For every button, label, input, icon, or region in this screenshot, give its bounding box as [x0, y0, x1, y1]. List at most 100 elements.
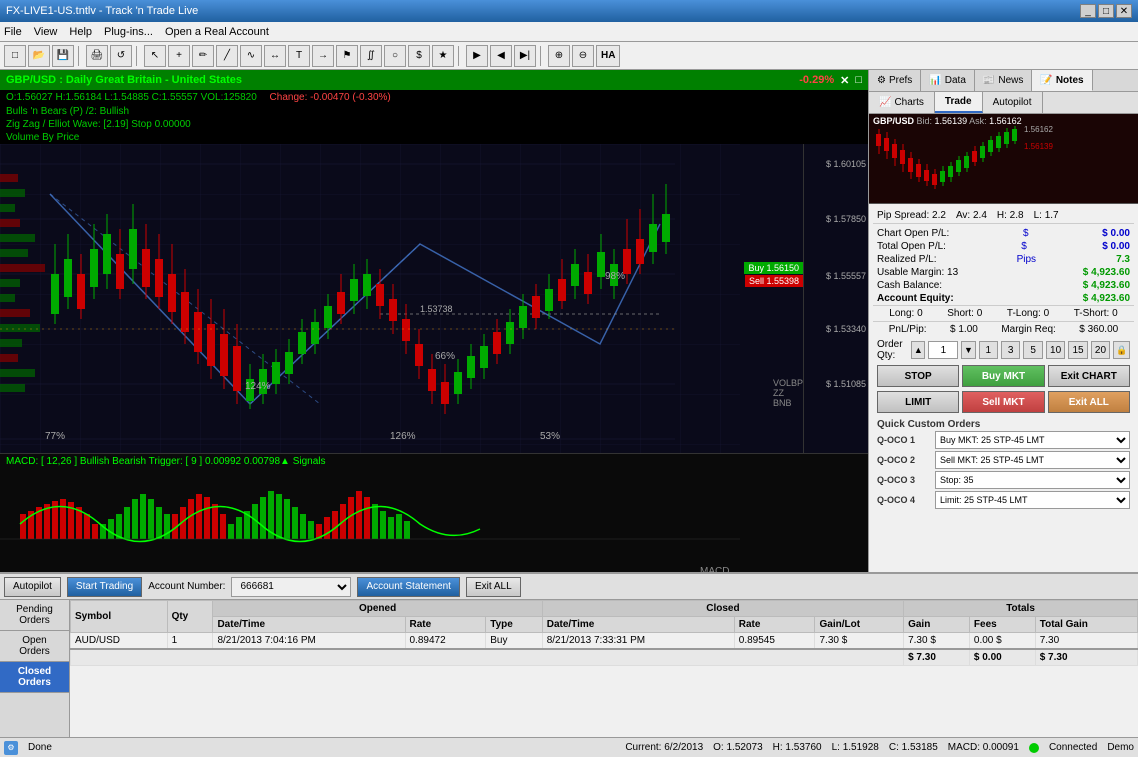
status-high: H: 1.53760 [773, 742, 822, 753]
maximize-button[interactable]: □ [1098, 4, 1114, 18]
closed-orders-tab[interactable]: Closed Orders [0, 662, 69, 693]
subtab-autopilot[interactable]: Autopilot [983, 92, 1043, 113]
qco-1-select[interactable]: Buy MKT: 25 STP-45 LMT [935, 431, 1130, 449]
limit-button[interactable]: LIMIT [877, 391, 959, 413]
menu-view[interactable]: View [34, 26, 58, 38]
new-button[interactable]: □ [4, 45, 26, 67]
start-trading-btn[interactable]: Start Trading [67, 577, 142, 597]
wave-tool[interactable]: ∿ [240, 45, 262, 67]
account-statement-btn[interactable]: Account Statement [357, 577, 460, 597]
price-level-2: $ 1.57850 [826, 214, 866, 224]
status-low: L: 1.51928 [832, 742, 879, 753]
total-open-pl-link[interactable]: $ [1021, 241, 1027, 252]
menu-help[interactable]: Help [69, 26, 92, 38]
tab-data[interactable]: 📊 Data [921, 70, 975, 91]
qty-10-btn[interactable]: 10 [1046, 341, 1065, 359]
fib-tool[interactable]: ∬ [360, 45, 382, 67]
subtab-charts[interactable]: 📈 Charts [869, 92, 935, 113]
row-symbol: AUD/USD [71, 633, 168, 650]
text-tool[interactable]: T [288, 45, 310, 67]
refresh-button[interactable]: ↺ [110, 45, 132, 67]
zoomout-tool[interactable]: ⊖ [572, 45, 594, 67]
orders-sidebar: Pending Orders Open Orders Closed Orders [0, 600, 70, 739]
col-qty: Qty [167, 601, 213, 633]
pending-orders-tab[interactable]: Pending Orders [0, 600, 69, 631]
realized-pl-link[interactable]: Pips [1017, 254, 1036, 265]
chart-open-pl-link[interactable]: $ [1023, 228, 1029, 239]
dollar-tool[interactable]: $ [408, 45, 430, 67]
sub-tabs: 📈 Charts Trade Autopilot [869, 92, 1138, 114]
qty-3-btn[interactable]: 3 [1001, 341, 1020, 359]
tab-prefs[interactable]: ⚙ Prefs [869, 70, 921, 91]
price-level-4: $ 1.53340 [826, 324, 866, 334]
pnl-pip-label: PnL/Pip: [889, 324, 927, 335]
cursor-tool[interactable]: ↖ [144, 45, 166, 67]
circle-tool[interactable]: ○ [384, 45, 406, 67]
stop-button[interactable]: STOP [877, 365, 959, 387]
save-button[interactable]: 💾 [52, 45, 74, 67]
exit-chart-button[interactable]: Exit CHART [1048, 365, 1130, 387]
crosshair-tool[interactable]: + [168, 45, 190, 67]
qco-2-select[interactable]: Sell MKT: 25 STP-45 LMT [935, 451, 1130, 469]
line-tool[interactable]: ╱ [216, 45, 238, 67]
chart-change-value: -0.29% [799, 74, 834, 86]
account-number-select[interactable]: 666681 [231, 577, 351, 597]
qty-down-btn[interactable]: ▼ [961, 341, 975, 359]
row-type: Buy [486, 633, 543, 650]
qco-row-1: Q-OCO 1 Buy MKT: 25 STP-45 LMT [877, 431, 1130, 449]
svg-text:MACD: MACD [700, 566, 729, 572]
row-open-datetime: 8/21/2013 7:04:16 PM [213, 633, 405, 650]
star-tool[interactable]: ★ [432, 45, 454, 67]
chart-close-btn[interactable]: ✕ [840, 74, 849, 87]
sell-mkt-button[interactable]: Sell MKT [962, 391, 1044, 413]
sell-line[interactable]: Sell 1.55398 [745, 275, 803, 287]
back-tool[interactable]: ◀ [490, 45, 512, 67]
exit-all-button[interactable]: Exit ALL [1048, 391, 1130, 413]
pen-tool[interactable]: ✏ [192, 45, 214, 67]
subtab-trade[interactable]: Trade [935, 92, 983, 113]
qty-15-btn[interactable]: 15 [1068, 341, 1087, 359]
qty-1-btn[interactable]: 1 [979, 341, 998, 359]
chart-symbol-timeframe: GBP/USD : Daily Great Britain - United S… [6, 74, 242, 86]
bottom-area: Autopilot Start Trading Account Number: … [0, 572, 1138, 737]
menu-open-account[interactable]: Open a Real Account [165, 26, 269, 38]
flag-tool[interactable]: ⚑ [336, 45, 358, 67]
qco-3-select[interactable]: Stop: 35 [935, 471, 1130, 489]
zoom-tool[interactable]: ⊕ [548, 45, 570, 67]
forward-tool[interactable]: ▶| [514, 45, 536, 67]
buy-mkt-button[interactable]: Buy MKT [962, 365, 1044, 387]
tab-notes[interactable]: 📝 Notes [1032, 70, 1092, 91]
print-button[interactable]: 🖨 [86, 45, 108, 67]
open-button[interactable]: 📂 [28, 45, 50, 67]
macd-header: MACD: [ 12,26 ] Bullish Bearish Trigger:… [0, 454, 868, 469]
exit-all-bottom-btn[interactable]: Exit ALL [466, 577, 521, 597]
ruler-tool[interactable]: ↔ [264, 45, 286, 67]
qty-20-btn[interactable]: 20 [1091, 341, 1110, 359]
col-open-rate: Rate [405, 617, 486, 633]
chart-max-btn[interactable]: □ [855, 74, 862, 86]
col-gain-lot: Gain/Lot [815, 617, 904, 633]
panel-tabs: ⚙ Prefs 📊 Data 📰 News 📝 Notes [869, 70, 1138, 92]
open-orders-tab[interactable]: Open Orders [0, 631, 69, 662]
autopilot-bottom-btn[interactable]: Autopilot [4, 577, 61, 597]
chart-area[interactable]: GBP/USD : Daily Great Britain - United S… [0, 70, 868, 572]
close-button[interactable]: ✕ [1116, 4, 1132, 18]
qty-up-btn[interactable]: ▲ [911, 341, 925, 359]
qty-5-btn[interactable]: 5 [1023, 341, 1042, 359]
minimize-button[interactable]: _ [1080, 4, 1096, 18]
qco-4-select[interactable]: Limit: 25 STP-45 LMT [935, 491, 1130, 509]
play-tool[interactable]: ▶ [466, 45, 488, 67]
price-chart[interactable]: 124% 66% 98% 77% 126% 53% 1.53738 $ 1.60… [0, 144, 868, 454]
status-close: C: 1.53185 [889, 742, 938, 753]
buy-line[interactable]: Buy 1.56150 [744, 262, 803, 274]
arrow-tool[interactable]: → [312, 45, 334, 67]
mini-chart: GBP/USD Bid: 1.56139 Ask: 1.56162 [869, 114, 1138, 204]
menu-file[interactable]: File [4, 26, 22, 38]
toolbar-separator-2 [136, 46, 140, 66]
row-fees: 0.00 $ [969, 633, 1035, 650]
qty-input[interactable] [928, 341, 958, 359]
window-controls[interactable]: _ □ ✕ [1080, 4, 1132, 18]
qty-special-btn[interactable]: 🔒 [1113, 341, 1130, 359]
tab-news[interactable]: 📰 News [975, 70, 1032, 91]
menu-plugins[interactable]: Plug-ins... [104, 26, 153, 38]
